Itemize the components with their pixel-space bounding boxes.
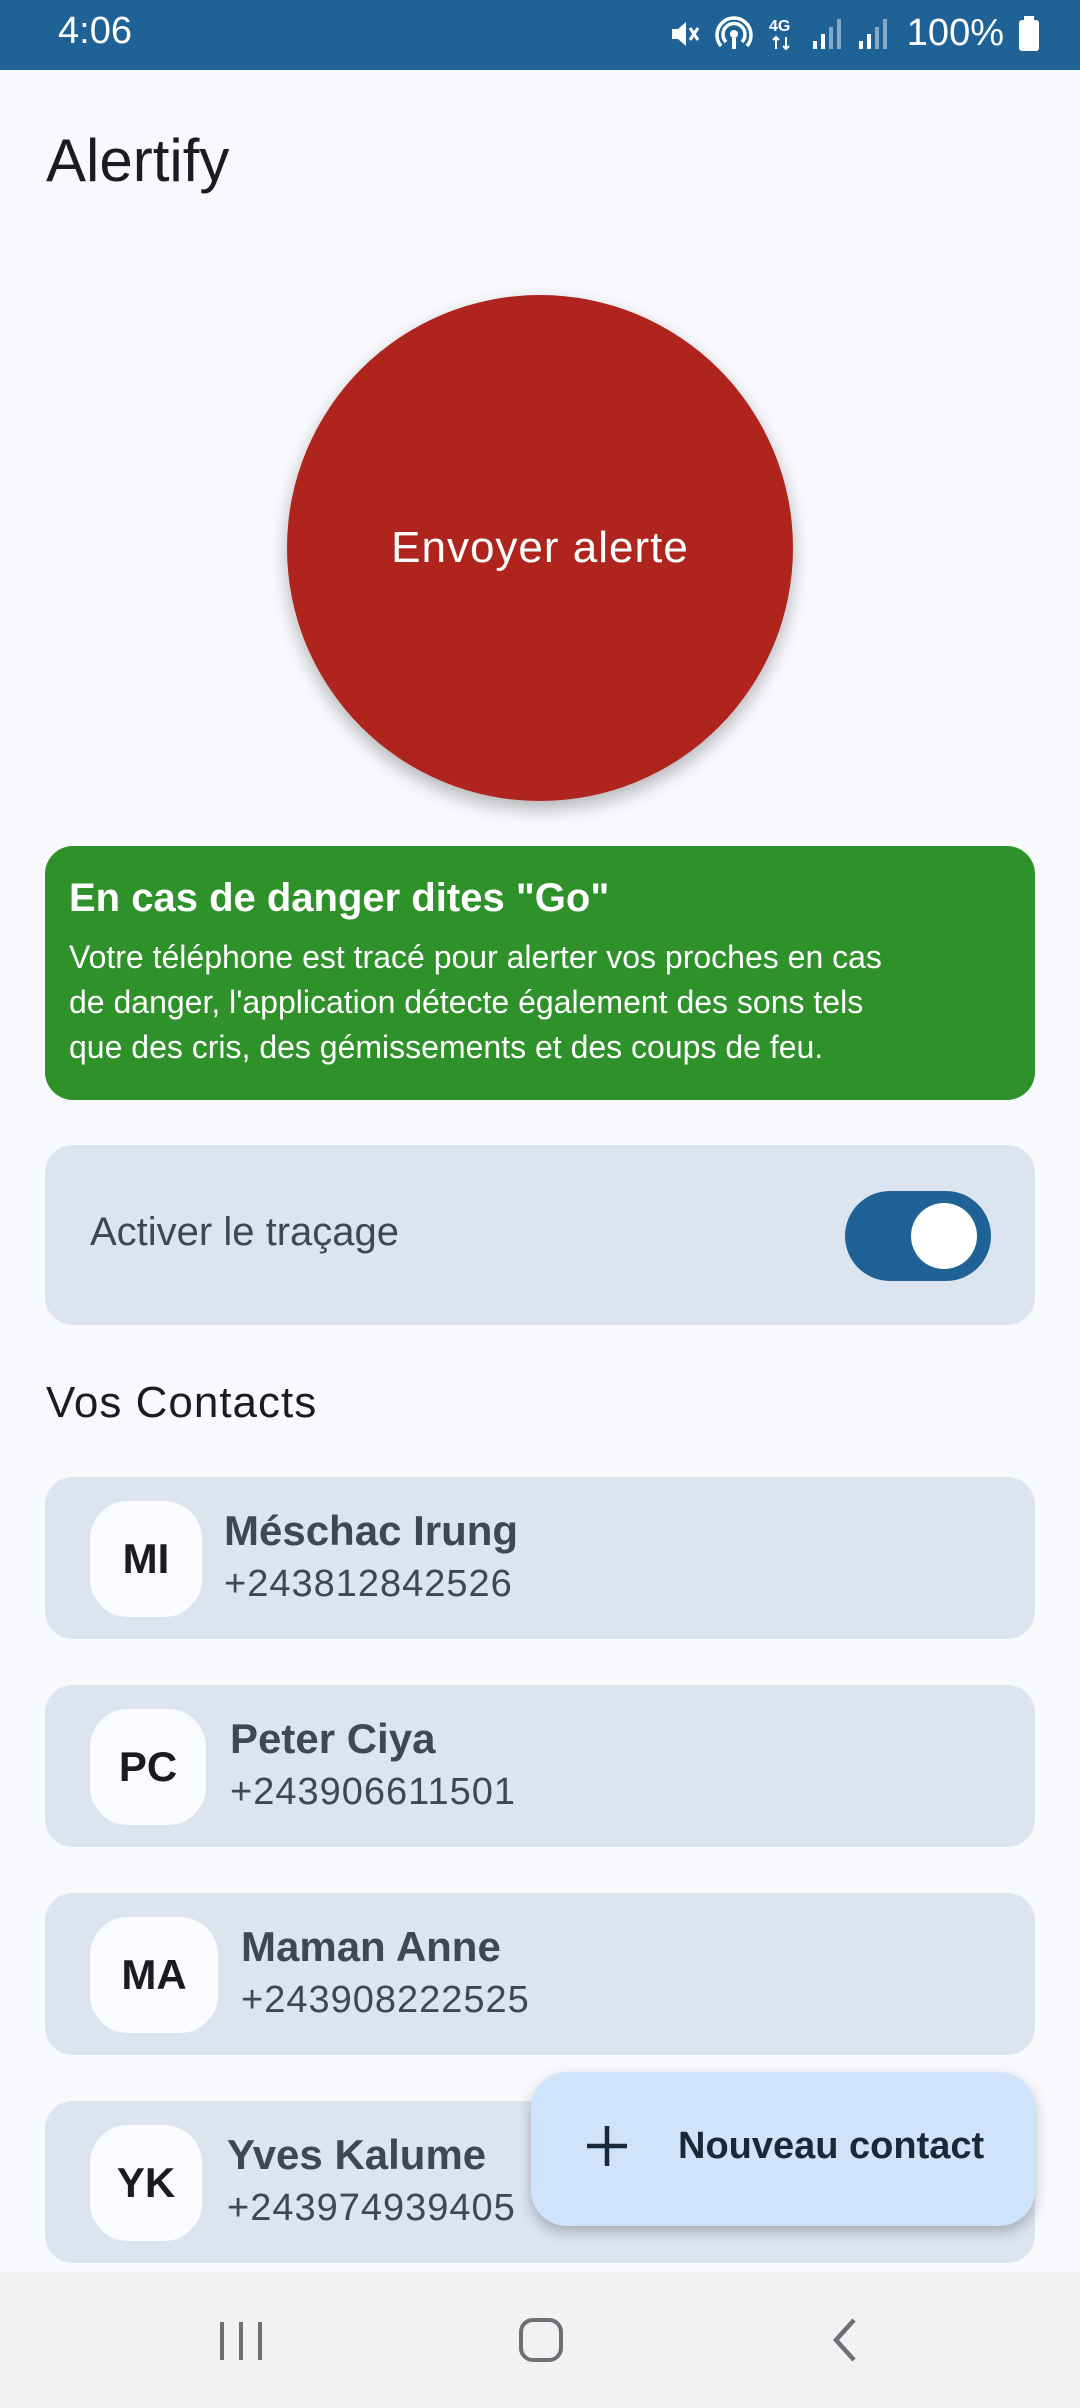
contact-phone: +243974939405 xyxy=(227,2187,516,2229)
battery-percentage: 100% xyxy=(906,12,1004,54)
contact-card[interactable]: MA Maman Anne +243908222525 xyxy=(45,1893,1035,2055)
info-card-line: que des cris, des gémissements et des co… xyxy=(69,1029,824,1065)
plus-icon xyxy=(587,2126,627,2166)
info-card-title: En cas de danger dites "Go" xyxy=(69,876,610,920)
tracking-toggle-label: Activer le traçage xyxy=(90,1210,400,1254)
contact-name: Méschac Irung xyxy=(224,1507,519,1554)
back-icon[interactable] xyxy=(826,2312,866,2368)
new-contact-button[interactable]: Nouveau contact xyxy=(531,2072,1035,2226)
avatar: YK xyxy=(90,2125,202,2241)
tracking-toggle-card: Activer le traçage xyxy=(45,1145,1035,1325)
hotspot-icon xyxy=(715,15,753,49)
app-title: Alertify xyxy=(46,127,230,194)
new-contact-label: Nouveau contact xyxy=(678,2125,985,2167)
contact-name: Peter Ciya xyxy=(230,1715,436,1762)
navigation-bar xyxy=(0,2272,1080,2408)
switch-knob xyxy=(911,1203,977,1269)
contact-phone: +243906611501 xyxy=(230,1771,516,1813)
signal-icon xyxy=(812,18,841,49)
status-time: 4:06 xyxy=(58,10,132,52)
tracking-switch[interactable] xyxy=(845,1191,991,1281)
contact-phone: +243812842526 xyxy=(224,1563,513,1605)
recents-icon[interactable] xyxy=(216,2312,266,2368)
contact-phone: +243908222525 xyxy=(241,1979,530,2021)
4g-icon: 4G xyxy=(769,18,790,50)
info-card-line: de danger, l'application détecte égaleme… xyxy=(69,984,864,1020)
home-icon[interactable] xyxy=(515,2312,571,2368)
danger-info-card: En cas de danger dites "Go" Votre téléph… xyxy=(45,846,1035,1100)
svg-text:4G: 4G xyxy=(769,18,790,35)
status-icons: 4G 100% xyxy=(667,12,1040,55)
avatar: PC xyxy=(90,1709,206,1825)
contacts-section-title: Vos Contacts xyxy=(46,1378,318,1427)
contact-card[interactable]: PC Peter Ciya +243906611501 xyxy=(45,1685,1035,1847)
battery-icon xyxy=(1019,15,1039,51)
contact-name: Yves Kalume xyxy=(227,2131,487,2178)
send-alert-button[interactable]: Envoyer alerte xyxy=(287,295,793,801)
avatar: MI xyxy=(90,1501,202,1617)
mute-icon xyxy=(671,21,700,46)
contact-card[interactable]: MI Méschac Irung +243812842526 xyxy=(45,1477,1035,1639)
status-bar: 4:06 4G 100% xyxy=(0,0,1080,70)
avatar: MA xyxy=(90,1917,218,2033)
signal-icon xyxy=(858,18,887,49)
info-card-text: Votre téléphone est tracé pour alerter v… xyxy=(69,935,1011,1070)
info-card-line: Votre téléphone est tracé pour alerter v… xyxy=(69,939,882,975)
contact-name: Maman Anne xyxy=(241,1923,501,1970)
